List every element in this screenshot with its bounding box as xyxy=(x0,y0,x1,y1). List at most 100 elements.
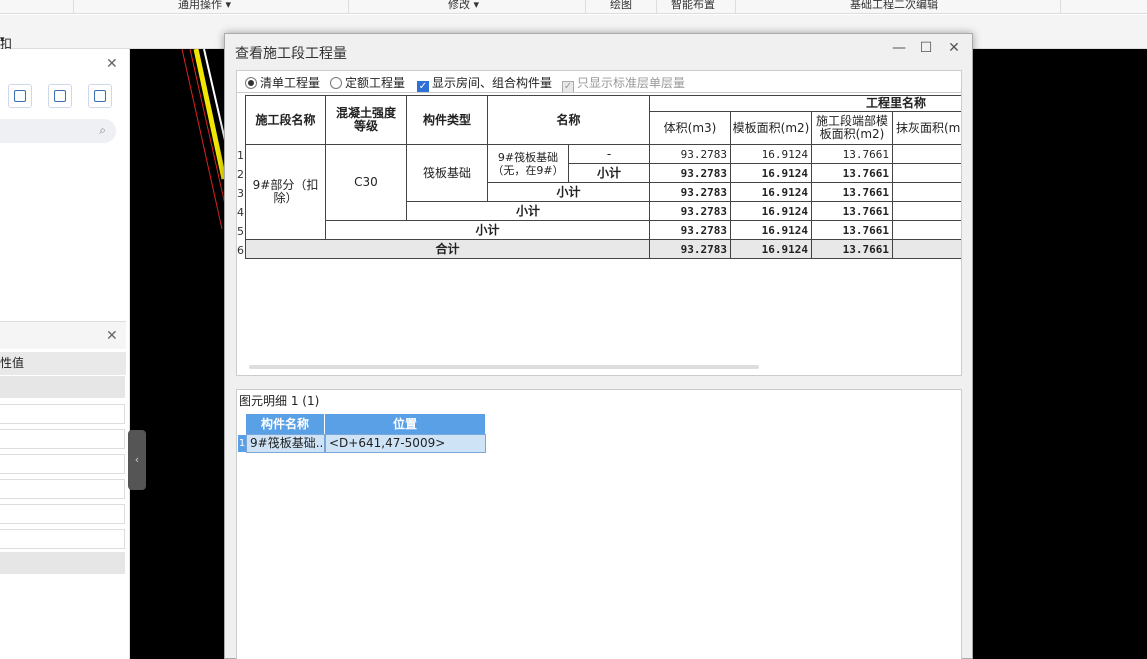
cell-plaster[interactable] xyxy=(893,221,961,240)
detail-grid: 构件名称 位置 1 9#筏板基础... <D+641,47-5009> xyxy=(236,411,962,659)
radio-bill-quantity[interactable]: 清单工程量 xyxy=(245,74,320,91)
ribbon-separator xyxy=(735,0,736,13)
cell-plaster[interactable] xyxy=(893,145,961,164)
detail-row-number: 1 xyxy=(238,435,246,452)
ribbon-separator xyxy=(585,0,586,13)
row-number: 5 xyxy=(237,225,244,238)
ribbon-separator xyxy=(656,0,657,13)
cell-formwork[interactable]: 16.9124 xyxy=(731,202,812,221)
minimize-icon[interactable]: — xyxy=(889,40,909,56)
cell-formwork[interactable]: 16.9124 xyxy=(731,164,812,183)
ribbon-group-modify[interactable]: 修改 ▾ xyxy=(448,0,479,12)
property-group-row xyxy=(0,552,125,574)
header-name: 名称 xyxy=(488,95,650,145)
checkbox-standard-floor-label: 只显示标准层单层量 xyxy=(577,76,686,90)
cell-end-formwork[interactable]: 13.7661 xyxy=(812,240,893,259)
row-number: 2 xyxy=(237,168,244,181)
ribbon-group-draw[interactable]: 绘图 xyxy=(610,0,632,12)
close-icon[interactable]: ✕ xyxy=(944,40,964,56)
cell-volume[interactable]: 93.2783 xyxy=(650,164,731,183)
component-search-input[interactable]: ⌕ xyxy=(0,119,116,143)
property-row[interactable] xyxy=(0,404,125,424)
left-panel: ✕ ⌕ ✕ 性值 xyxy=(0,49,130,659)
cell-plaster[interactable] xyxy=(893,240,961,259)
properties-icon[interactable] xyxy=(88,84,112,108)
collapse-panel-handle[interactable]: ‹ xyxy=(128,430,146,490)
cell-end-formwork[interactable]: 13.7661 xyxy=(812,183,893,202)
header-segment-name: 施工段名称 xyxy=(245,95,326,145)
header-volume: 体积(m3) xyxy=(650,112,731,145)
detail-header-position[interactable]: 位置 xyxy=(325,414,486,434)
cell-plaster[interactable] xyxy=(893,164,961,183)
cell-segment-name[interactable]: 9#部分（扣除） xyxy=(245,145,326,240)
property-row[interactable] xyxy=(0,429,125,449)
cell-end-formwork[interactable]: 13.7661 xyxy=(812,221,893,240)
ribbon-toolbar: 通用操作 ▾ 修改 ▾ 绘图 智能布置 基础工程二次编辑 xyxy=(0,0,1147,14)
list-icon[interactable] xyxy=(48,84,72,108)
row-number: 6 xyxy=(237,244,244,257)
new-component-icon[interactable] xyxy=(8,84,32,108)
header-formwork-area: 模板面积(m2) xyxy=(731,112,812,145)
cell-formwork[interactable]: 16.9124 xyxy=(731,240,812,259)
detail-cell-name[interactable]: 9#筏板基础... xyxy=(246,434,325,453)
header-end-formwork-area: 施工段端部模板面积(m2) xyxy=(812,112,893,145)
header-quantity-group: 工程里名称 xyxy=(650,95,961,112)
cell-plaster[interactable] xyxy=(893,183,961,202)
close-icon[interactable]: ✕ xyxy=(106,328,118,344)
cell-volume[interactable]: 93.2783 xyxy=(650,221,731,240)
ribbon-group-foundation-edit[interactable]: 基础工程二次编辑 xyxy=(850,0,938,12)
floor-selector-bar: 扣除) ▾ xyxy=(0,15,130,68)
header-concrete-grade: 混凝土强度等级 xyxy=(326,95,407,145)
cell-component-type[interactable]: 筏板基础 xyxy=(407,145,488,202)
cell-volume[interactable]: 93.2783 xyxy=(650,240,731,259)
property-row[interactable] xyxy=(0,454,125,474)
property-value-header: 性值 xyxy=(0,352,126,375)
checkbox-standard-floor[interactable]: ✓ 只显示标准层单层量 xyxy=(562,74,685,93)
radio-empty-icon xyxy=(330,77,342,89)
cell-end-formwork[interactable]: 13.7661 xyxy=(812,145,893,164)
chevron-down-icon: ▾ xyxy=(0,35,5,45)
detail-header-name[interactable]: 构件名称 xyxy=(246,414,325,434)
cell-subtotal[interactable]: 小计 xyxy=(569,164,650,183)
horizontal-scrollbar[interactable] xyxy=(249,365,759,369)
property-group-row xyxy=(0,376,125,398)
cell-subtotal[interactable]: 小计 xyxy=(326,221,650,240)
cell-plaster[interactable] xyxy=(893,202,961,221)
row-number: 4 xyxy=(237,206,244,219)
detail-label: 图元明细 1 (1) xyxy=(236,389,962,411)
property-row[interactable] xyxy=(0,529,125,549)
cell-formwork[interactable]: 16.9124 xyxy=(731,183,812,202)
radio-selected-icon xyxy=(245,77,257,89)
dialog-title: 查看施工段工程量 xyxy=(235,46,347,62)
ribbon-separator xyxy=(1060,0,1061,13)
header-plaster-area: 抹灰面积(m2 xyxy=(893,112,961,145)
checkbox-show-rooms[interactable]: ✓ 显示房间、组合构件量 xyxy=(417,74,552,93)
cell-item-name[interactable]: 9#筏板基础（无，在9#） xyxy=(488,145,569,183)
quantity-dialog: 查看施工段工程量 — ☐ ✕ 清单工程量 定额工程量 ✓ 显示房间、组合构件量 ✓… xyxy=(224,33,973,659)
row-number: 3 xyxy=(237,187,244,200)
cell-end-formwork[interactable]: 13.7661 xyxy=(812,164,893,183)
ribbon-group-general-ops[interactable]: 通用操作 ▾ xyxy=(178,0,231,12)
cell-total[interactable]: 合计 xyxy=(245,240,650,259)
cell-formwork[interactable]: 16.9124 xyxy=(731,145,812,164)
radio-bill-quantity-label: 清单工程量 xyxy=(260,76,321,90)
cell-concrete-grade[interactable]: C30 xyxy=(326,145,407,221)
close-icon[interactable]: ✕ xyxy=(106,56,118,72)
cell-subtotal[interactable]: 小计 xyxy=(407,202,650,221)
quantity-table: 施工段名称 混凝土强度等级 构件类型 名称 工程里名称 体积(m3) 模板面积(… xyxy=(236,92,962,376)
cell-dash[interactable]: - xyxy=(569,145,650,164)
radio-quota-quantity[interactable]: 定额工程量 xyxy=(330,74,405,91)
cell-volume[interactable]: 93.2783 xyxy=(650,183,731,202)
ribbon-group-smart-layout[interactable]: 智能布置 xyxy=(671,0,715,12)
maximize-icon[interactable]: ☐ xyxy=(916,40,936,56)
radio-quota-quantity-label: 定额工程量 xyxy=(345,76,406,90)
cell-volume[interactable]: 93.2783 xyxy=(650,145,731,164)
options-bar: 清单工程量 定额工程量 ✓ 显示房间、组合构件量 ✓ 只显示标准层单层量 xyxy=(236,70,962,93)
property-row[interactable] xyxy=(0,504,125,524)
cell-volume[interactable]: 93.2783 xyxy=(650,202,731,221)
property-row[interactable] xyxy=(0,479,125,499)
cell-end-formwork[interactable]: 13.7661 xyxy=(812,202,893,221)
cell-formwork[interactable]: 16.9124 xyxy=(731,221,812,240)
detail-cell-position[interactable]: <D+641,47-5009> xyxy=(325,434,486,453)
cell-subtotal[interactable]: 小计 xyxy=(488,183,650,202)
